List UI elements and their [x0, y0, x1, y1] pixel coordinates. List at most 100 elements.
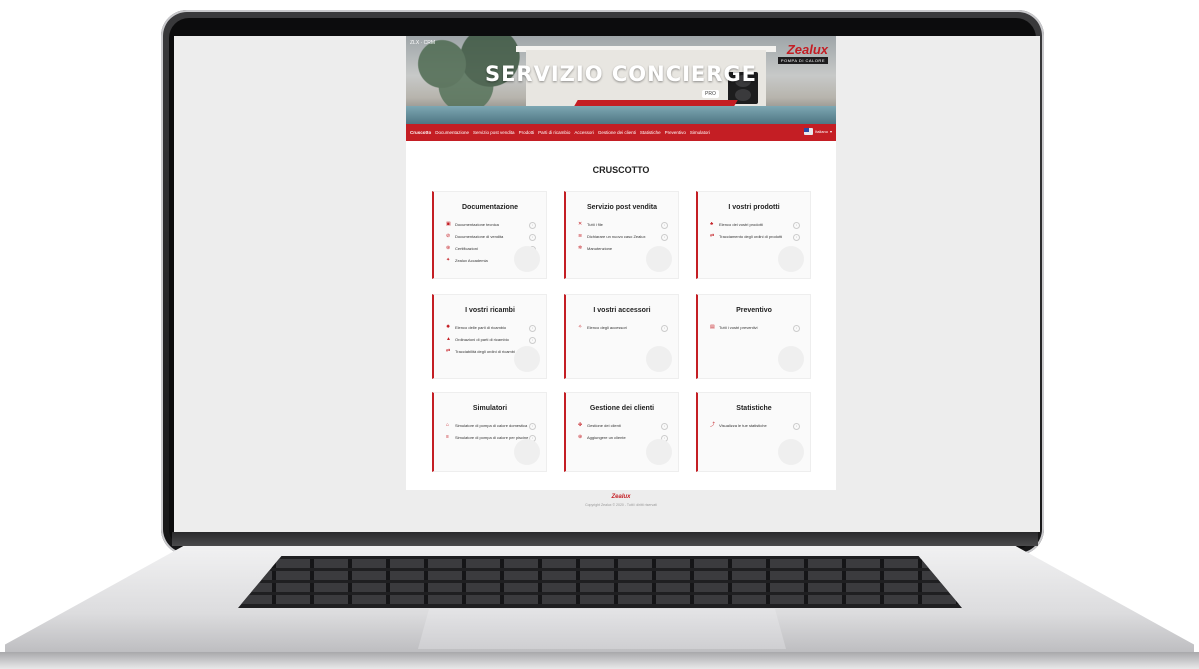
card-link[interactable]: ▣ Documentazione tecnica i — [446, 222, 536, 229]
info-icon[interactable]: i — [661, 222, 668, 229]
card-link[interactable]: ⌂ Simulatore di pompa di calore domestica… — [446, 423, 536, 430]
nav-item-parti-di-ricambio[interactable]: Parti di ricambio — [538, 130, 570, 135]
card-link[interactable]: ✧ Elenco degli accessori i — [578, 325, 668, 332]
card-i-vostri-ricambi: I vostri ricambi ✹ Elenco delle parti di … — [432, 294, 547, 379]
card-statistiche: Statistiche ⤴ Visualizza le tue statistic… — [696, 392, 811, 472]
laptop-front-edge — [0, 652, 1199, 669]
card-title: Statistiche — [736, 405, 772, 412]
trackpad — [418, 609, 786, 649]
info-icon[interactable]: i — [661, 234, 668, 241]
red-wave-decoration — [574, 100, 738, 106]
info-icon[interactable]: i — [793, 222, 800, 229]
brand-subtitle: POMPA DI CALORE — [777, 57, 828, 64]
card-link[interactable]: ⊘ Documentazione di vendita i — [446, 234, 536, 241]
card-i-vostri-accessori: I vostri accessori ✧ Elenco degli accesso… — [564, 294, 679, 379]
nav-item-accessori[interactable]: Accessori — [574, 130, 594, 135]
card-watermark-icon — [514, 439, 540, 465]
card-title: Gestione dei clienti — [589, 405, 655, 412]
info-icon[interactable]: i — [793, 234, 800, 241]
card-title: Simulatori — [472, 405, 508, 412]
card-link[interactable]: ≋ Dichiarare un nuovo caso Zealux i — [578, 234, 668, 241]
nav-item-servizio-post-vendita[interactable]: Servizio post vendita — [473, 130, 515, 135]
nav-item-statistiche[interactable]: Statistiche — [640, 130, 661, 135]
info-icon[interactable]: i — [529, 222, 536, 229]
info-icon[interactable]: i — [793, 423, 800, 430]
copyright-text: Copyright Zealux © 2020 - Tutti i diritt… — [585, 503, 657, 507]
pro-badge: PRO — [702, 90, 719, 98]
sales-doc-icon: ⊘ — [446, 233, 451, 239]
laptop-hinge — [172, 532, 1038, 546]
add-user-icon: ⊕ — [578, 434, 583, 440]
card-simulatori: Simulatori ⌂ Simulatore di pompa di calor… — [432, 392, 547, 472]
tracking-icon: ⇄ — [710, 233, 715, 239]
card-watermark-icon — [514, 246, 540, 272]
language-selector[interactable]: Italiano ▾ — [804, 128, 832, 135]
card-preventivo: Preventivo ▤ Tutti i vostri preventivi i — [696, 294, 811, 379]
nav-item-preventivo[interactable]: Preventivo — [665, 130, 686, 135]
hero-banner: ZLX · CRM SERVIZIO CONCIERGE PRO Zealux … — [406, 36, 836, 124]
info-icon[interactable]: i — [529, 337, 536, 344]
card-title: I vostri ricambi — [465, 307, 515, 314]
main-navbar: Cruscotto Documentazione Servizio post v… — [406, 124, 836, 141]
nav-item-gestione-dei-clienti[interactable]: Gestione dei clienti — [598, 130, 636, 135]
quote-icon: ▤ — [710, 324, 715, 330]
chevron-down-icon: ▾ — [829, 129, 832, 134]
card-link[interactable]: ✤ Gestione dei clienti i — [578, 423, 668, 430]
certificate-icon: ⊛ — [446, 245, 451, 251]
new-case-icon: ≋ — [578, 233, 583, 239]
card-watermark-icon — [646, 346, 672, 372]
banner-title: SERVIZIO CONCIERGE — [484, 62, 758, 86]
nav-item-simulatori[interactable]: Simulatori — [690, 130, 710, 135]
maintenance-icon: ✲ — [578, 245, 583, 251]
language-label: Italiano — [815, 129, 828, 134]
card-watermark-icon — [778, 439, 804, 465]
card-watermark-icon — [778, 346, 804, 372]
card-title: I vostri accessori — [593, 307, 651, 314]
web-page: ZLX · CRM SERVIZIO CONCIERGE PRO Zealux … — [406, 36, 836, 490]
card-watermark-icon — [514, 346, 540, 372]
card-watermark-icon — [646, 439, 672, 465]
card-link[interactable]: ♣ Elenco dei vostri prodotti i — [710, 222, 800, 229]
card-link[interactable]: ▤ Tutti i vostri preventivi i — [710, 325, 800, 332]
card-servizio-post-vendita: Servizio post vendita ✕ Tutti i file i ≋ Di… — [564, 191, 679, 279]
card-link[interactable]: ⇄ Tracciamento degli ordini di prodotti i — [710, 234, 800, 241]
nav-item-cruscotto[interactable]: Cruscotto — [410, 130, 431, 135]
card-title: Documentazione — [461, 204, 518, 211]
house-icon: ⌂ — [446, 422, 450, 428]
nav-item-prodotti[interactable]: Prodotti — [519, 130, 535, 135]
info-icon[interactable]: i — [793, 325, 800, 332]
graduation-cap-icon: ✦ — [446, 257, 451, 263]
tracking-icon: ⇄ — [446, 348, 451, 354]
info-icon[interactable]: i — [661, 423, 668, 430]
card-link[interactable]: ⤴ Visualizza le tue statistiche i — [710, 423, 800, 430]
info-icon[interactable]: i — [529, 325, 536, 332]
card-title: Servizio post vendita — [586, 204, 658, 211]
card-link[interactable]: ✹ Elenco delle parti di ricambio i — [446, 325, 536, 332]
card-i-vostri-prodotti: I vostri prodotti ♣ Elenco dei vostri pro… — [696, 191, 811, 279]
info-icon[interactable]: i — [661, 325, 668, 332]
chart-icon: ⤴ — [710, 422, 716, 428]
products-icon: ♣ — [710, 221, 714, 227]
brand-logo[interactable]: Zealux POMPA DI CALORE — [777, 42, 828, 64]
customers-icon: ✤ — [578, 422, 583, 428]
card-watermark-icon — [778, 246, 804, 272]
accessories-icon: ✧ — [578, 324, 583, 330]
card-link[interactable]: ▲ Ordinazioni di parti di ricambio i — [446, 337, 536, 344]
footer-logo[interactable]: Zealux — [406, 494, 836, 500]
page-title: CRUSCOTTO — [592, 165, 650, 175]
corner-tag: ZLX · CRM — [410, 40, 435, 46]
card-title: Preventivo — [736, 307, 772, 314]
card-watermark-icon — [646, 246, 672, 272]
screen: ZLX · CRM SERVIZIO CONCIERGE PRO Zealux … — [174, 36, 1040, 532]
pool-image — [406, 106, 836, 124]
pool-icon: ≡ — [446, 434, 449, 440]
flag-icon — [804, 128, 814, 135]
info-icon[interactable]: i — [529, 234, 536, 241]
info-icon[interactable]: i — [529, 423, 536, 430]
keyboard — [238, 556, 962, 608]
spare-parts-icon: ✹ — [446, 324, 451, 330]
nav-item-documentazione[interactable]: Documentazione — [435, 130, 469, 135]
files-icon: ✕ — [578, 221, 583, 227]
card-link[interactable]: ✕ Tutti i file i — [578, 222, 668, 229]
nav-items: Cruscotto Documentazione Servizio post v… — [410, 124, 710, 141]
